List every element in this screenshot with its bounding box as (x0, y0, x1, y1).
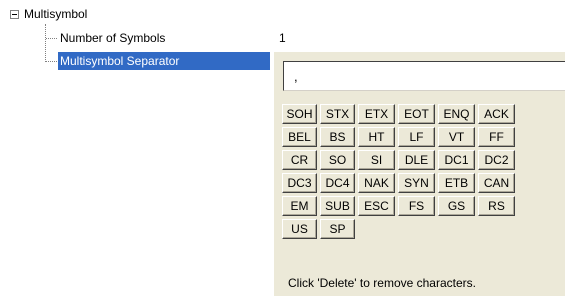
key-ht-button[interactable]: HT (358, 127, 395, 147)
tree-connector-vertical (45, 24, 46, 62)
separator-editor-panel: , SOH STX ETX EOT ENQ ACK BEL BS HT LF VT FF CR SO SI D… (274, 52, 565, 296)
key-etx-button[interactable]: ETX (358, 104, 395, 124)
tree-connector (46, 38, 57, 39)
key-soh-button[interactable]: SOH (282, 104, 317, 124)
key-dle-button[interactable]: DLE (398, 150, 435, 170)
key-dc4-button[interactable]: DC4 (320, 173, 355, 193)
key-dc2-button[interactable]: DC2 (478, 150, 515, 170)
key-dc3-button[interactable]: DC3 (282, 173, 317, 193)
key-fs-button[interactable]: FS (398, 196, 435, 216)
key-nak-button[interactable]: NAK (358, 173, 395, 193)
key-em-button[interactable]: EM (282, 196, 317, 216)
key-etb-button[interactable]: ETB (438, 173, 475, 193)
key-rs-button[interactable]: RS (478, 196, 515, 216)
property-name-multisymbol-separator[interactable]: Multisymbol Separator (58, 52, 270, 70)
key-dc1-button[interactable]: DC1 (438, 150, 475, 170)
tree-connector (46, 61, 57, 62)
key-esc-button[interactable]: ESC (358, 196, 395, 216)
delete-hint: Click 'Delete' to remove characters. (288, 276, 476, 290)
key-eot-button[interactable]: EOT (398, 104, 435, 124)
key-so-button[interactable]: SO (320, 150, 355, 170)
tree-collapse-toggle[interactable] (10, 10, 19, 19)
property-row-multisymbol-separator[interactable]: Multisymbol Separator (58, 52, 270, 70)
property-name-number-of-symbols[interactable]: Number of Symbols (60, 30, 165, 46)
property-value-number-of-symbols[interactable]: 1 (279, 30, 286, 46)
key-ack-button[interactable]: ACK (478, 104, 515, 124)
key-enq-button[interactable]: ENQ (438, 104, 475, 124)
key-sp-button[interactable]: SP (320, 219, 355, 239)
separator-input[interactable]: , (283, 61, 565, 91)
key-sub-button[interactable]: SUB (320, 196, 355, 216)
key-bs-button[interactable]: BS (320, 127, 355, 147)
key-syn-button[interactable]: SYN (398, 173, 435, 193)
key-si-button[interactable]: SI (358, 150, 395, 170)
key-vt-button[interactable]: VT (438, 127, 475, 147)
tree-root-label[interactable]: Multisymbol (24, 6, 87, 22)
key-cr-button[interactable]: CR (282, 150, 317, 170)
key-can-button[interactable]: CAN (478, 173, 515, 193)
key-us-button[interactable]: US (282, 219, 317, 239)
key-ff-button[interactable]: FF (478, 127, 515, 147)
key-gs-button[interactable]: GS (438, 196, 475, 216)
separator-input-value: , (294, 69, 298, 84)
key-bel-button[interactable]: BEL (282, 127, 317, 147)
key-lf-button[interactable]: LF (398, 127, 435, 147)
key-stx-button[interactable]: STX (320, 104, 355, 124)
